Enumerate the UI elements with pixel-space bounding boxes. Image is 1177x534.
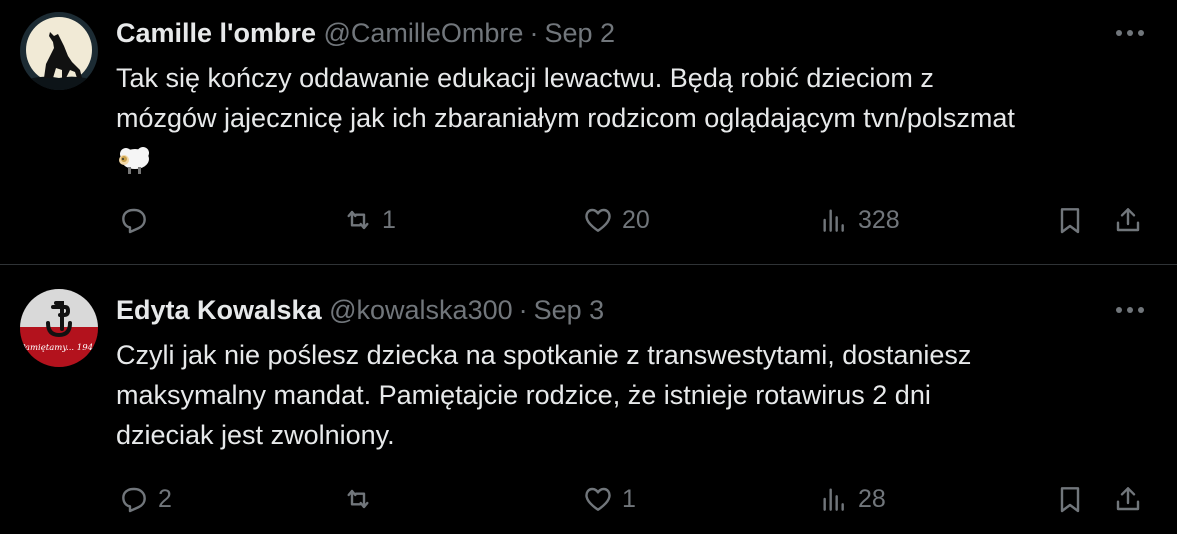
- avatar[interactable]: [20, 12, 98, 90]
- tweet-actions: 1 20 328: [116, 200, 1156, 240]
- bookmark-button[interactable]: [1054, 479, 1086, 519]
- tweet-text-line: mózgów jajecznicę jak ich zbaraniałym ro…: [116, 103, 1015, 133]
- like-button[interactable]: 20: [582, 200, 650, 240]
- share-button[interactable]: [1112, 200, 1144, 240]
- bookmark-button[interactable]: [1054, 200, 1086, 240]
- user-handle[interactable]: @kowalska300: [329, 295, 513, 325]
- kotwica-pamietamy-1944-avatar: Pamiętamy... 1944: [20, 289, 98, 367]
- user-handle[interactable]: @CamilleOmbre: [324, 18, 524, 48]
- tweet-actions: 2 1 28: [116, 479, 1156, 519]
- reply-count: 2: [158, 484, 172, 513]
- tweet-text-line: dzieciak jest zwolniony.: [116, 420, 395, 450]
- reply-button[interactable]: 2: [118, 479, 172, 519]
- reply-icon: [122, 487, 146, 513]
- display-name[interactable]: Edyta Kowalska: [116, 295, 322, 325]
- repost-button[interactable]: 1: [342, 200, 396, 240]
- tweet-text-line: Tak się kończy oddawanie edukacji lewact…: [116, 63, 934, 93]
- views-count: 28: [858, 484, 886, 513]
- tweet-header: Camille l'ombre @CamilleOmbre · Sep 2: [116, 16, 615, 50]
- more-icon[interactable]: [1113, 18, 1147, 48]
- like-icon: [585, 208, 611, 232]
- bookmark-icon: [1060, 208, 1080, 234]
- reply-icon: [122, 208, 146, 234]
- tweet-header: Edyta Kowalska @kowalska300 · Sep 3: [116, 293, 604, 327]
- like-count: 20: [622, 205, 650, 234]
- repost-button[interactable]: [342, 479, 382, 519]
- views-icon: [823, 488, 844, 511]
- views-count: 328: [858, 205, 900, 234]
- views-button[interactable]: 28: [818, 479, 886, 519]
- reply-button[interactable]: [118, 200, 158, 240]
- views-button[interactable]: 328: [818, 200, 900, 240]
- like-button[interactable]: 1: [582, 479, 636, 519]
- howling-wolf-moon-avatar: [20, 12, 98, 90]
- views-icon: [823, 209, 844, 232]
- sheep-emoji: [119, 147, 149, 174]
- tweet[interactable]: Pamiętamy... 1944 Edyta Kowalska @kowals…: [0, 265, 1177, 534]
- repost-icon: [347, 489, 369, 509]
- avatar[interactable]: Pamiętamy... 1944: [20, 289, 98, 367]
- bookmark-icon: [1060, 487, 1080, 513]
- separator-dot: ·: [529, 18, 539, 48]
- tweet-date[interactable]: Sep 2: [544, 18, 615, 48]
- tweet[interactable]: Camille l'ombre @CamilleOmbre · Sep 2 Tak …: [0, 0, 1177, 265]
- tweet-date[interactable]: Sep 3: [534, 295, 605, 325]
- repost-count: 1: [382, 205, 396, 234]
- like-count: 1: [622, 484, 636, 513]
- repost-icon: [347, 210, 369, 230]
- tweet-text-line: maksymalny mandat. Pamiętajcie rodzice, …: [116, 380, 931, 410]
- more-icon[interactable]: [1113, 295, 1147, 325]
- like-icon: [585, 487, 611, 511]
- share-icon: [1116, 487, 1140, 511]
- separator-dot: ·: [518, 295, 528, 325]
- avatar-caption: Pamiętamy... 1944: [20, 343, 98, 353]
- tweet-text: Tak się kończy oddawanie edukacji lewact…: [116, 58, 1156, 178]
- tweet-text-line: Czyli jak nie poślesz dziecka na spotkan…: [116, 340, 972, 370]
- display-name[interactable]: Camille l'ombre: [116, 18, 316, 48]
- share-icon: [1116, 208, 1140, 232]
- tweet-text: Czyli jak nie poślesz dziecka na spotkan…: [116, 335, 1156, 455]
- share-button[interactable]: [1112, 479, 1144, 519]
